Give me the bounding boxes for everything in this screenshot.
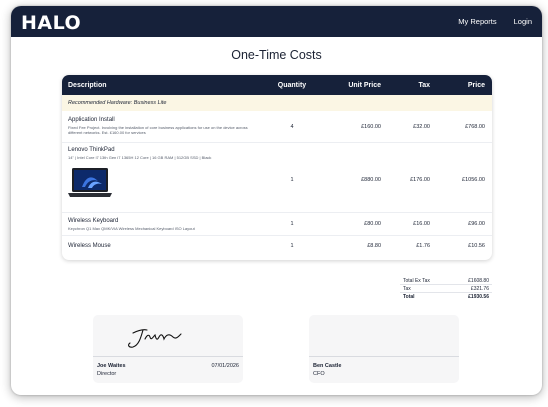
- report-window: HALO My Reports Login One-Time Costs Des…: [11, 6, 542, 395]
- table-row: Wireless Mouse 1 £8.80 £1.76 £10.56: [62, 236, 492, 258]
- item-unit-price: £880.00: [361, 177, 381, 183]
- item-price: £10.56: [468, 243, 485, 249]
- halo-logo[interactable]: HALO: [21, 12, 81, 34]
- item-tax: £32.00: [413, 124, 430, 130]
- total-ex-tax-row: Total Ex Tax £1608.80: [400, 277, 492, 285]
- item-unit-price: £8.80: [367, 243, 381, 249]
- col-unit-price: Unit Price: [348, 81, 381, 89]
- signature-date: 07/01/2026: [211, 363, 239, 369]
- item-name: Lenovo ThinkPad: [68, 147, 115, 153]
- table-header: Description Quantity Unit Price Tax Pric…: [62, 75, 492, 95]
- item-description: Keychron Q1 Max QMK/VIA Wireless Mechani…: [68, 226, 195, 231]
- item-price: £768.00: [465, 124, 485, 130]
- total-label: Tax: [403, 285, 411, 292]
- nav-links: My Reports Login: [458, 17, 532, 26]
- signer-name: Joe Waites: [97, 363, 126, 369]
- grand-total-row: Total £1930.56: [400, 293, 492, 301]
- total-value: £1930.56: [468, 294, 489, 300]
- item-name: Wireless Mouse: [68, 243, 111, 249]
- total-label: Total Ex Tax: [403, 277, 430, 284]
- costs-table: Description Quantity Unit Price Tax Pric…: [62, 75, 492, 260]
- signer-name: Ben Castle: [313, 363, 342, 369]
- item-description: Fixed Fee Project. Involving the install…: [68, 125, 248, 135]
- section-row: Recommended Hardware: Business Lite: [62, 95, 492, 111]
- item-quantity: 1: [290, 177, 294, 183]
- signer-role: CFO: [313, 371, 325, 377]
- col-quantity: Quantity: [277, 81, 307, 89]
- item-price: £96.00: [468, 221, 485, 227]
- table-row: Lenovo ThinkPad 14" | Intel Core i7 13th…: [62, 143, 492, 213]
- total-label: Total: [403, 294, 415, 300]
- login-link[interactable]: Login: [514, 17, 532, 26]
- col-tax: Tax: [418, 81, 430, 89]
- top-navbar: HALO My Reports Login: [11, 6, 542, 37]
- item-tax: £176.00: [410, 177, 430, 183]
- total-value: £321.76: [470, 285, 489, 292]
- item-tax: £1.76: [416, 243, 430, 249]
- table-row: Wireless Keyboard Keychron Q1 Max QMK/VI…: [62, 213, 492, 236]
- signature-area[interactable]: [93, 315, 243, 357]
- signature-card[interactable]: Ben Castle CFO: [309, 315, 459, 383]
- laptop-image: [68, 168, 112, 197]
- item-description: 14" | Intel Core i7 13th Gen i7 1365H 12…: [68, 155, 212, 160]
- signer-role: Director: [97, 371, 117, 377]
- item-unit-price: £80.00: [364, 221, 381, 227]
- total-value: £1608.80: [468, 277, 489, 284]
- item-quantity: 1: [290, 221, 294, 227]
- item-quantity: 1: [290, 243, 294, 249]
- signature-area[interactable]: [309, 315, 459, 357]
- item-price: £1056.00: [462, 177, 485, 183]
- item-name: Wireless Keyboard: [68, 218, 119, 224]
- item-quantity: 4: [290, 124, 294, 130]
- table-row: Application Install Fixed Fee Project. I…: [62, 111, 492, 143]
- my-reports-link[interactable]: My Reports: [458, 17, 496, 26]
- signature-icon: [128, 329, 182, 348]
- item-unit-price: £160.00: [361, 124, 381, 130]
- col-price: Price: [467, 81, 485, 89]
- tax-row: Tax £321.76: [400, 285, 492, 293]
- item-tax: £16.00: [413, 221, 430, 227]
- item-name: Application Install: [68, 117, 115, 123]
- col-description: Description: [68, 81, 107, 89]
- totals-summary: Total Ex Tax £1608.80 Tax £321.76 Total …: [400, 277, 492, 301]
- signature-card[interactable]: Joe Waites 07/01/2026 Director: [93, 315, 243, 383]
- page-title: One-Time Costs: [231, 48, 322, 62]
